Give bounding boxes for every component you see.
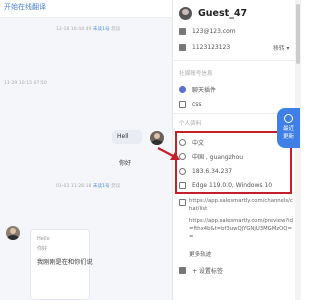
chat-plugin-icon [179, 85, 186, 93]
web-icon [179, 100, 186, 108]
personal-section-title: 个人资料 [179, 121, 202, 127]
visitor-avatar [6, 226, 20, 240]
language-row: 中文 [179, 137, 204, 147]
location-row: 中国 , guangzhou [179, 151, 243, 161]
social-section-title: 社媒账号信息 [179, 71, 213, 77]
social-sub-row: css [179, 99, 202, 109]
agent-avatar [150, 131, 164, 145]
chat-bubble-hello: Hell [112, 130, 142, 144]
quoted-message-card[interactable]: Hello 你好 我刚刚是在和你们说 [30, 229, 93, 300]
link-icon [179, 199, 186, 206]
chat-bubble-nihao: 你好 [119, 160, 132, 167]
visited-url-2[interactable]: https://app.salesmartly.com/preview?id=f… [189, 217, 293, 241]
chat-header: 开始在线翻译 [0, 0, 172, 18]
tag-icon [179, 267, 186, 274]
visited-url-1[interactable]: https://app.salesmartly.com/channels/cha… [189, 197, 293, 213]
refresh-icon [284, 114, 293, 123]
divider [173, 60, 295, 61]
location-icon [179, 152, 186, 160]
monitor-icon [179, 181, 186, 189]
language-icon [179, 138, 186, 146]
email-row: 123@123.com [179, 26, 236, 36]
email-icon [179, 27, 186, 35]
guest-avatar [179, 6, 192, 20]
translate-link[interactable]: 开始在线翻译 [4, 2, 46, 12]
pin-icon [179, 167, 186, 175]
message-meta-3: 01-03 11:26:18 未读1号 您议 [56, 184, 121, 189]
social-row: 聊天插件 [179, 84, 216, 94]
sidebar-scrollbar[interactable] [295, 0, 301, 300]
transfer-button[interactable]: 移转 ▾ [273, 43, 289, 52]
phone-icon [179, 43, 186, 51]
browser-row: Edge 119.0.0, Windows 10 [179, 180, 272, 190]
message-meta-1: 12-18 16:44:49 未读1号 您议 [56, 27, 121, 32]
guest-name: Guest_47 [198, 7, 248, 19]
recent-updates-button[interactable]: 最近 更新 [277, 108, 300, 148]
guest-header: Guest_47 [179, 6, 247, 20]
phone-row: 1123123123 [179, 42, 230, 52]
message-time-2: 11-29 10:15 07:50 [4, 81, 47, 86]
chat-panel: 开始在线翻译 12-18 16:44:49 未读1号 您议 11-29 10:1… [0, 0, 172, 300]
ip-row: 183.6.34.237 [179, 166, 232, 176]
scroll-thumb[interactable] [296, 4, 300, 64]
tag-row[interactable]: + 设置标签 [179, 266, 223, 275]
customer-info-panel: Guest_47 123@123.com 1123123123 移转 ▾ 社媒账… [172, 0, 301, 300]
more-tracks-link[interactable]: 更多轨迹 [189, 250, 211, 258]
